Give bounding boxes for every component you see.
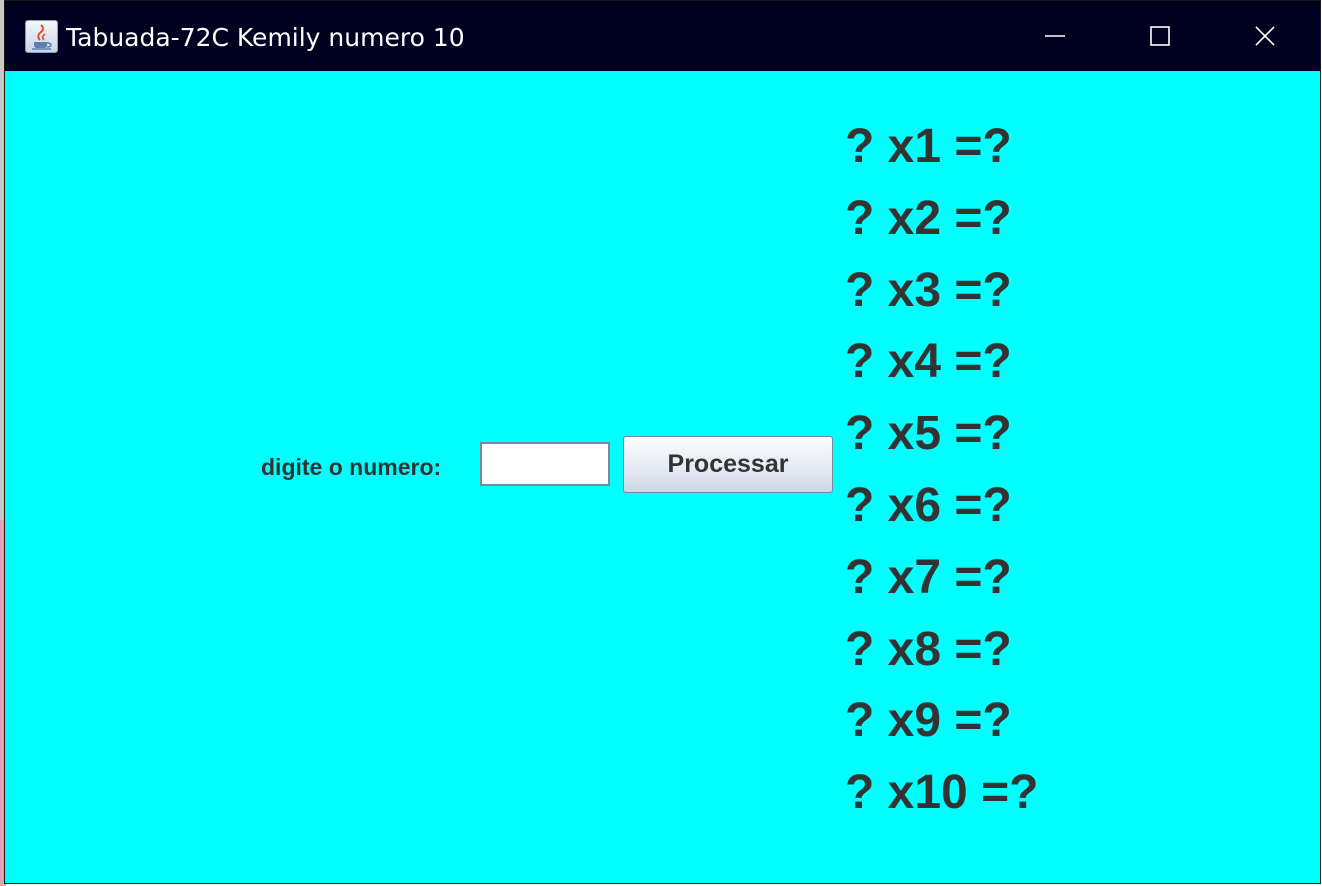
content-panel: digite o numero: Processar ? x1 =? ? x2 … xyxy=(5,71,1320,883)
table-row-8: ? x8 =? xyxy=(845,622,1012,676)
table-row-3: ? x3 =? xyxy=(845,263,1012,317)
title-bar[interactable]: Tabuada-72C Kemily numero 10 xyxy=(5,1,1320,71)
table-row-6: ? x6 =? xyxy=(845,478,1012,532)
table-row-1: ? x1 =? xyxy=(845,120,1012,173)
table-row-4: ? x4 =? xyxy=(845,335,1012,389)
number-prompt-label: digite o numero: xyxy=(261,454,442,480)
minimize-button[interactable] xyxy=(1003,1,1107,71)
minimize-icon xyxy=(1045,35,1065,37)
maximize-button[interactable] xyxy=(1108,1,1212,71)
close-icon xyxy=(1255,26,1275,46)
multiplication-table: ? x1 =? ? x2 =? ? x3 =? ? x4 =? ? x5 =? … xyxy=(845,111,1038,829)
table-row-9: ? x9 =? xyxy=(845,694,1012,748)
close-button[interactable] xyxy=(1213,1,1317,71)
number-input[interactable] xyxy=(480,442,610,486)
window-title: Tabuada-72C Kemily numero 10 xyxy=(66,23,465,52)
table-row-7: ? x7 =? xyxy=(845,550,1012,604)
table-row-2: ? x2 =? xyxy=(845,191,1012,245)
table-row-5: ? x5 =? xyxy=(845,407,1012,461)
app-window: Tabuada-72C Kemily numero 10 digite o nu… xyxy=(4,0,1321,884)
process-button[interactable]: Processar xyxy=(623,436,833,493)
maximize-icon xyxy=(1150,26,1170,46)
table-row-10: ? x10 =? xyxy=(845,766,1039,820)
java-coffee-icon[interactable] xyxy=(25,20,58,53)
